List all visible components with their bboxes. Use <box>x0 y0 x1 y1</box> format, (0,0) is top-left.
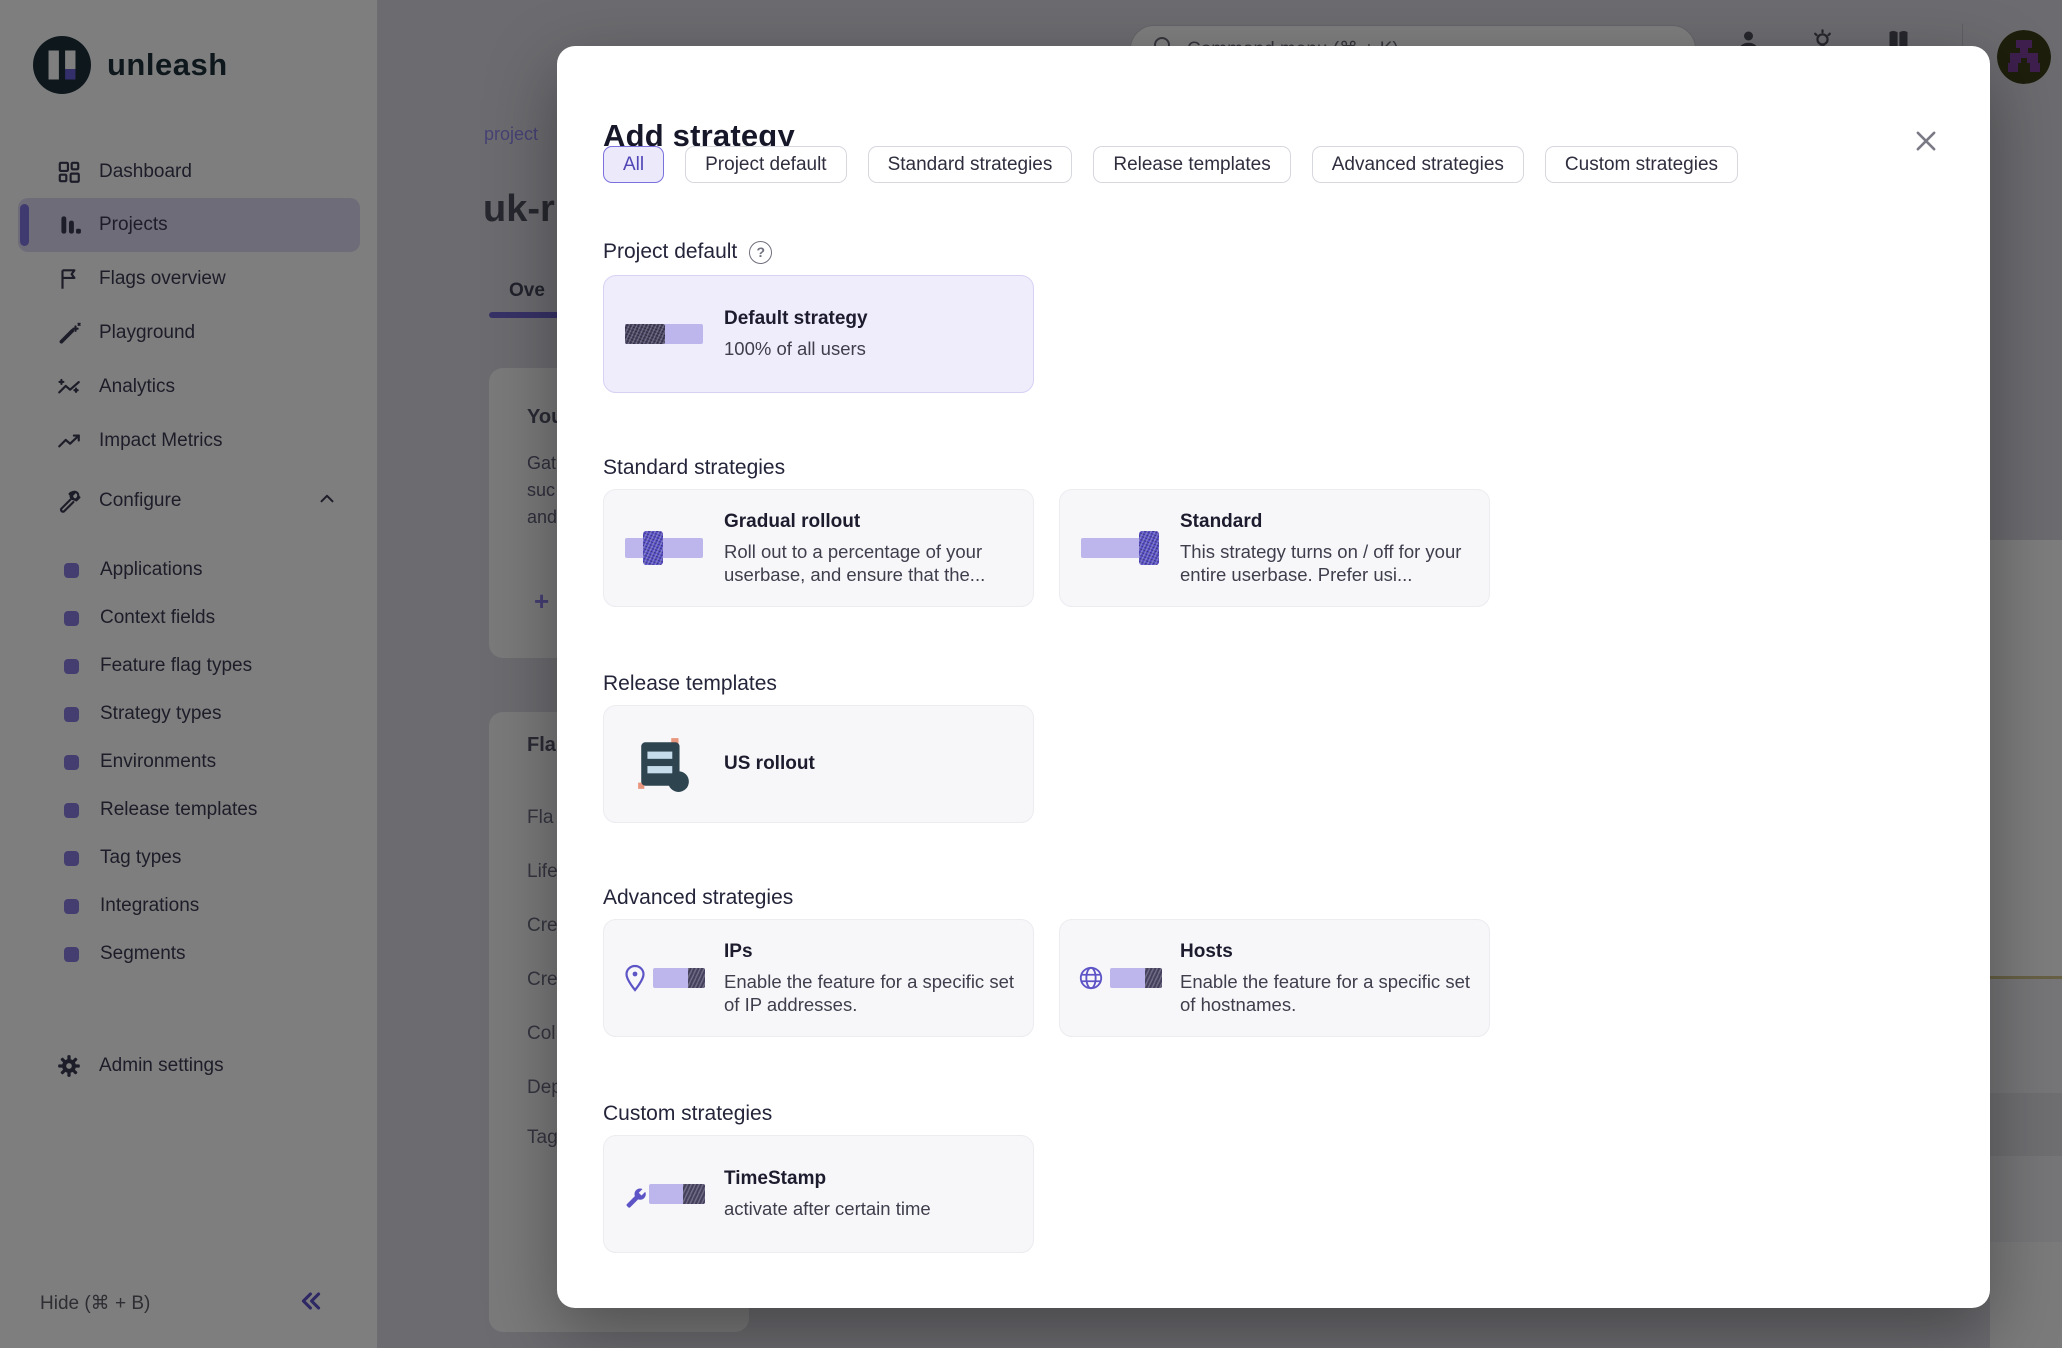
strategy-card-gradual-rollout[interactable]: Gradual rollout Roll out to a percentage… <box>603 489 1034 607</box>
filter-chip-custom-strategies[interactable]: Custom strategies <box>1545 146 1738 183</box>
strategy-card-default-strategy[interactable]: Default strategy 100% of all users <box>603 275 1034 393</box>
section-heading-project-default: Project default ? <box>603 240 772 264</box>
filter-chip-project-default[interactable]: Project default <box>685 146 846 183</box>
wrench-strategy-icon <box>604 1179 724 1209</box>
slider-right-icon <box>1060 531 1180 565</box>
globe-icon <box>1060 965 1180 991</box>
filter-chip-all[interactable]: All <box>603 146 664 183</box>
add-strategy-modal: Add strategy All Project default Standar… <box>557 46 1990 1308</box>
filter-chip-release-templates[interactable]: Release templates <box>1093 146 1290 183</box>
rollout-bar-icon <box>604 324 724 344</box>
strategy-card-hosts[interactable]: Hosts Enable the feature for a specific … <box>1059 919 1490 1037</box>
strategy-card-ips[interactable]: IPs Enable the feature for a specific se… <box>603 919 1034 1037</box>
pin-icon <box>604 964 724 992</box>
close-icon[interactable] <box>1909 124 1943 158</box>
app-stage: unleash Dashboard Projects <box>0 0 2062 1348</box>
slider-left-icon <box>604 531 724 565</box>
section-heading-custom-strategies: Custom strategies <box>603 1102 772 1126</box>
section-heading-advanced-strategies: Advanced strategies <box>603 886 793 910</box>
section-heading-standard-strategies: Standard strategies <box>603 456 785 480</box>
strategy-card-standard[interactable]: Standard This strategy turns on / off fo… <box>1059 489 1490 607</box>
section-heading-release-templates: Release templates <box>603 672 777 696</box>
strategy-filter-chips: All Project default Standard strategies … <box>603 146 1738 183</box>
filter-chip-standard-strategies[interactable]: Standard strategies <box>868 146 1073 183</box>
release-template-icon <box>604 735 724 793</box>
release-template-card-us-rollout[interactable]: US rollout <box>603 705 1034 823</box>
strategy-card-timestamp[interactable]: TimeStamp activate after certain time <box>603 1135 1034 1253</box>
help-icon[interactable]: ? <box>749 241 772 264</box>
filter-chip-advanced-strategies[interactable]: Advanced strategies <box>1312 146 1524 183</box>
